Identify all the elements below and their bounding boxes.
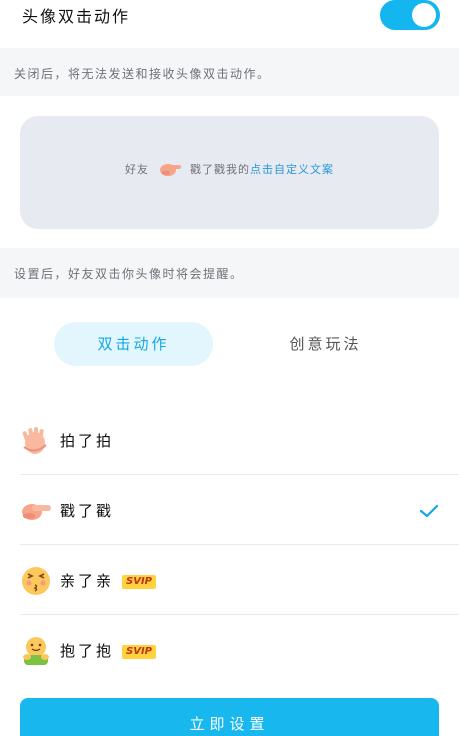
settings-hint-text: 设置后，好友双击你头像时将会提醒。 [14, 267, 244, 281]
action-label-poke: 戳了戳 [60, 500, 114, 521]
preview-line: 好友 戳了戳我的点击自定义文案 [20, 161, 439, 178]
svip-badge: SVIP [122, 575, 157, 589]
toggle-hint-bar: 关闭后，将无法发送和接收头像双击动作。 [0, 48, 459, 96]
set-now-button[interactable]: 立即设置 [20, 698, 439, 736]
svip-badge: SVIP [122, 645, 157, 659]
double-tap-toggle-row: 头像双击动作 [0, 0, 459, 38]
preview-prefix: 好友 [125, 163, 149, 176]
action-label-pat: 拍了拍 [60, 430, 114, 451]
hug-emoji-icon [23, 637, 49, 665]
double-tap-toggle[interactable] [380, 0, 440, 30]
toggle-knob [412, 3, 436, 27]
custom-text-link[interactable]: 点击自定义文案 [250, 163, 334, 176]
action-label-kiss-text: 亲了亲 [60, 572, 115, 590]
preview-action: 戳了戳我的 [190, 163, 250, 176]
action-label-pat-text: 拍了拍 [60, 432, 115, 450]
pointing-finger-icon [22, 504, 51, 520]
action-item-hug[interactable]: 抱了抱 SVIP [20, 615, 459, 685]
kiss-face-icon [22, 567, 50, 595]
tab-bar: 双击动作 创意玩法 [0, 322, 459, 366]
action-item-kiss[interactable]: 亲了亲 SVIP [20, 545, 459, 615]
pointing-finger-icon [159, 164, 181, 176]
clapping-hand-icon [22, 427, 47, 454]
toggle-hint-text: 关闭后，将无法发送和接收头像双击动作。 [14, 67, 271, 81]
tab-double-tap-actions[interactable]: 双击动作 [54, 322, 213, 366]
action-label-hug-text: 抱了抱 [60, 642, 115, 660]
action-list: 拍了拍 戳了戳 亲了亲 SVIP 抱了抱 SVIP [20, 405, 459, 685]
action-label-hug: 抱了抱 SVIP [60, 640, 157, 661]
action-item-poke[interactable]: 戳了戳 [20, 475, 459, 545]
action-item-pat[interactable]: 拍了拍 [20, 405, 459, 475]
double-tap-title: 头像双击动作 [22, 7, 131, 26]
action-label-kiss: 亲了亲 SVIP [60, 570, 157, 591]
settings-hint-bar: 设置后，好友双击你头像时将会提醒。 [0, 248, 459, 298]
tab-creative-play[interactable]: 创意玩法 [246, 322, 405, 366]
preview-card[interactable]: 好友 戳了戳我的点击自定义文案 [20, 116, 439, 229]
action-label-poke-text: 戳了戳 [60, 502, 115, 520]
check-icon [420, 505, 438, 517]
